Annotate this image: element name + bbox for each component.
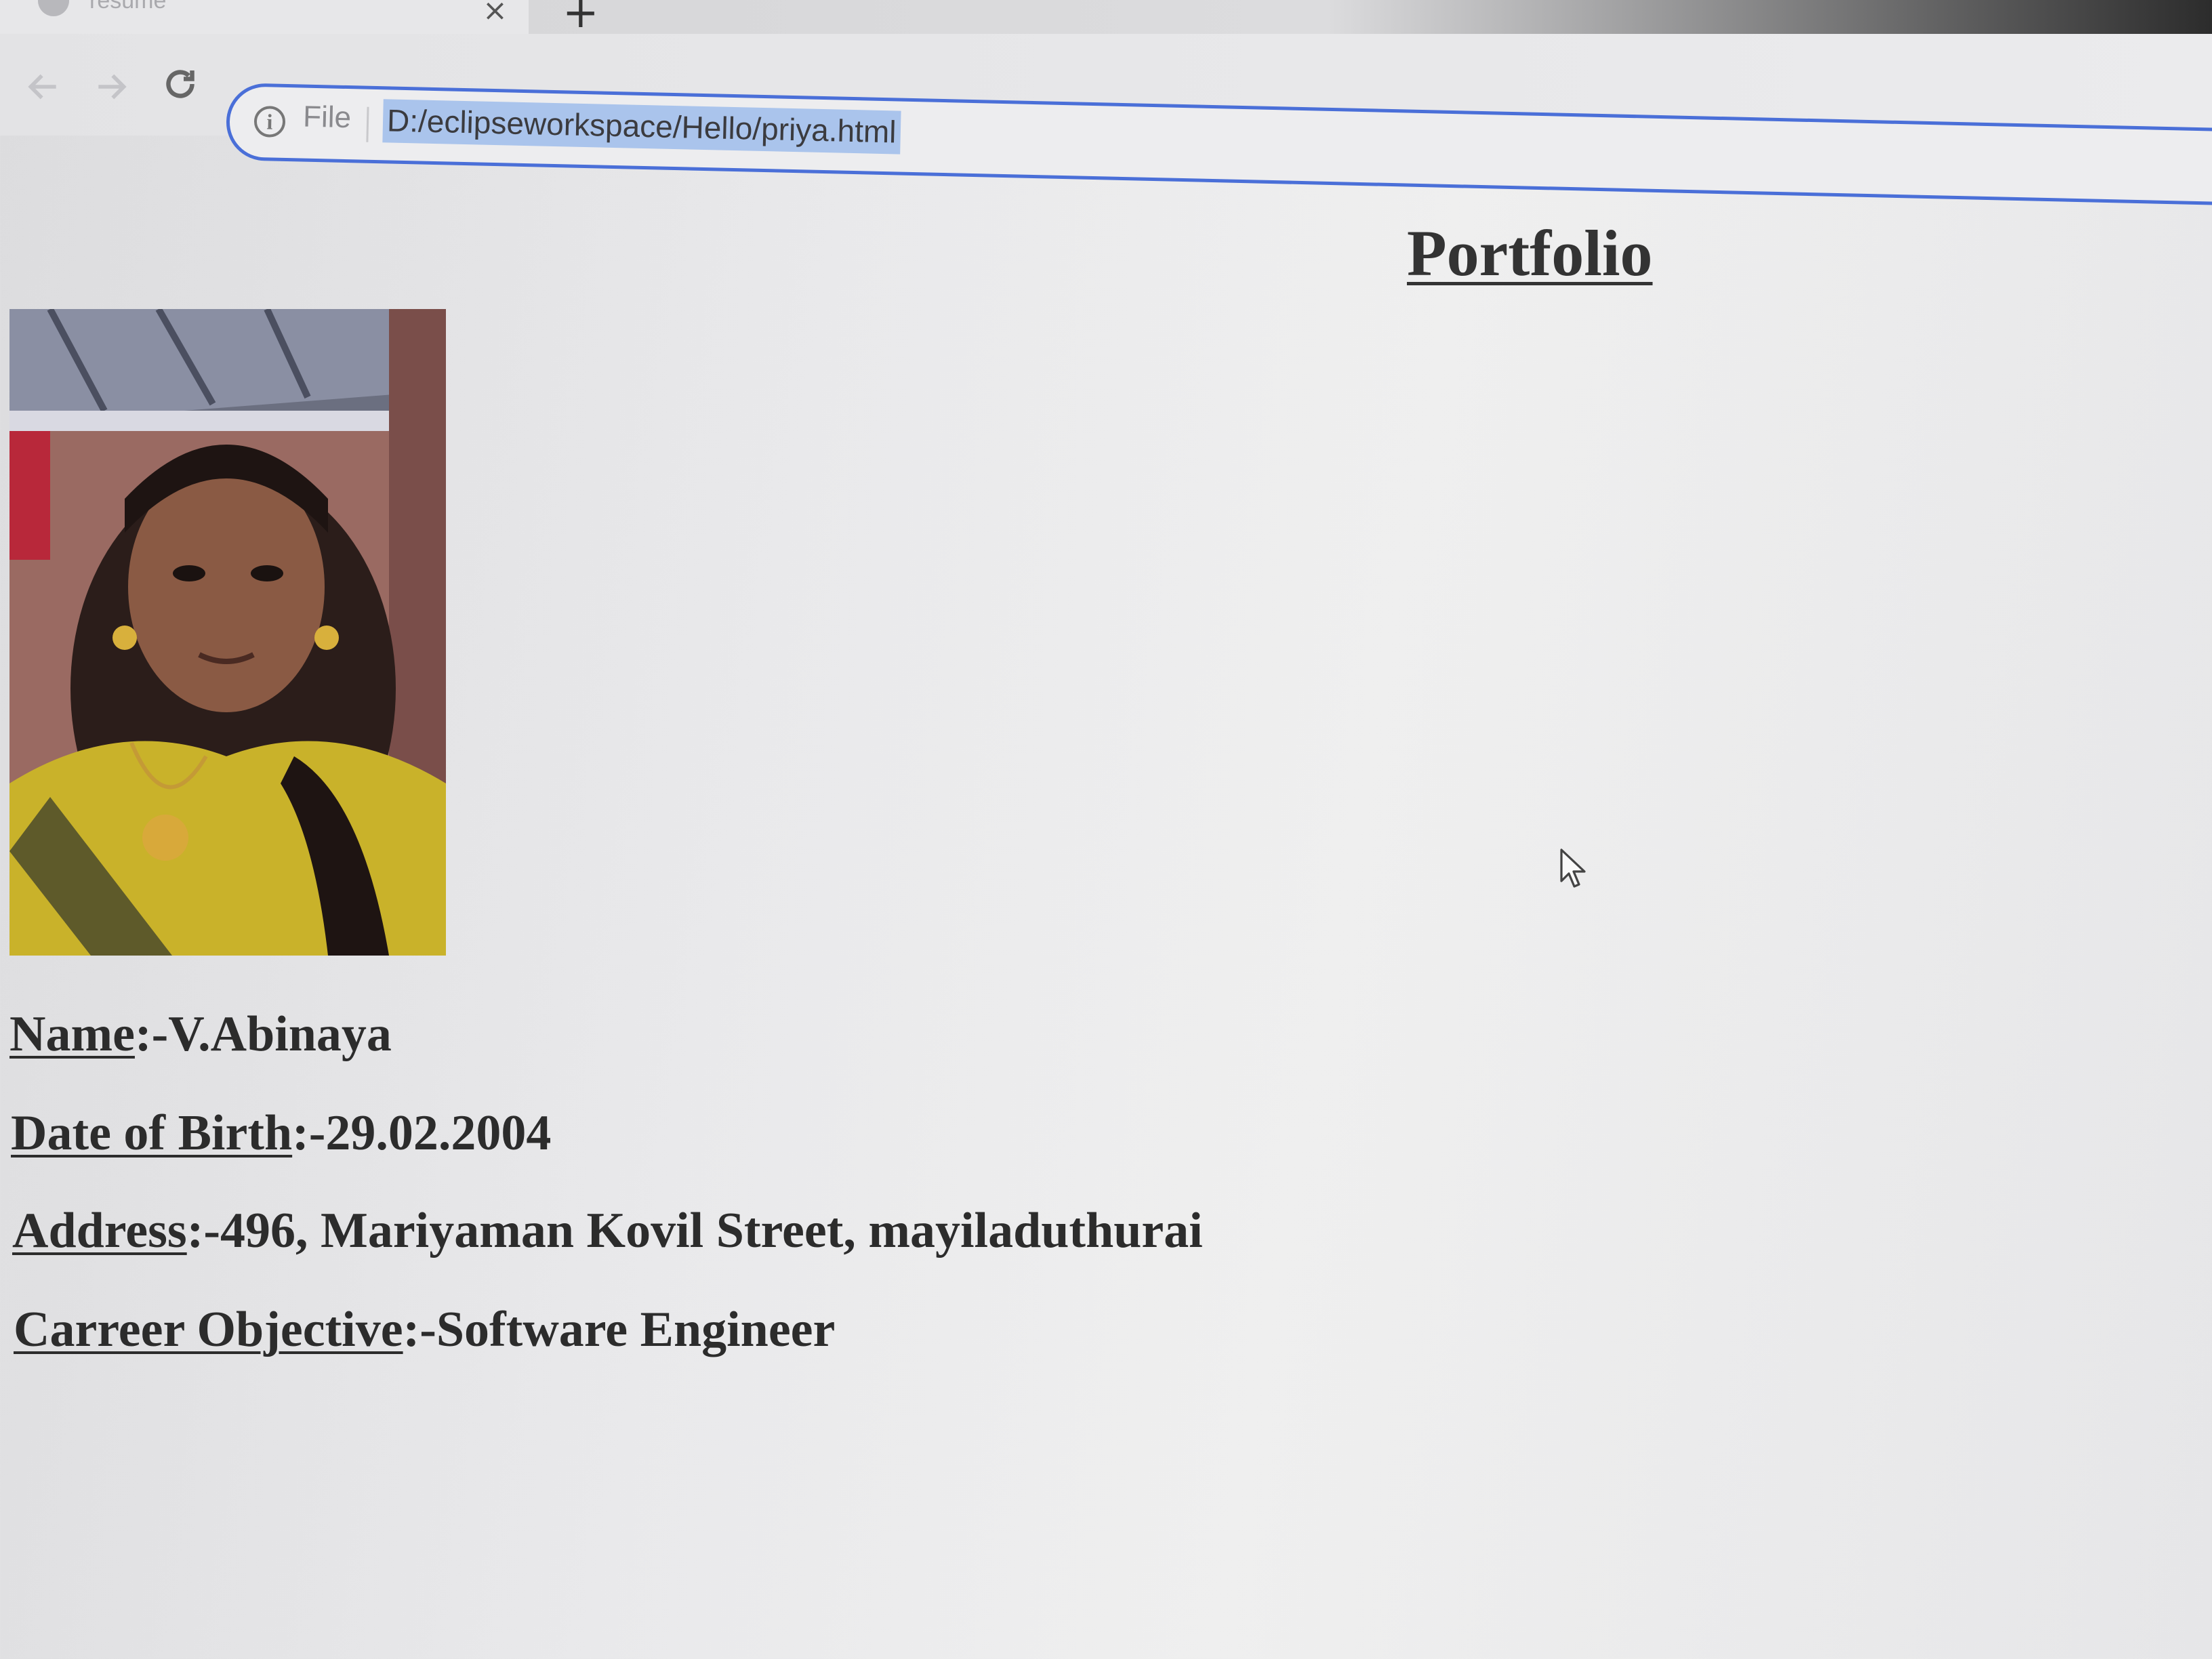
profile-photo-illustration	[9, 309, 446, 956]
address-bar[interactable]: i File D:/eclipseworkspace/Hello/priya.h…	[225, 83, 2212, 208]
scheme-label: File	[302, 100, 352, 135]
field-name-label: Name	[9, 1006, 135, 1062]
tab-close-button[interactable]: ×	[483, 0, 508, 28]
reload-button[interactable]	[160, 64, 201, 115]
back-button[interactable]	[24, 68, 62, 115]
tab-resume[interactable]: resume ×	[0, 0, 529, 34]
arrow-cursor-icon	[1560, 848, 1586, 888]
field-date-of-birth-label: Date of Birth	[11, 1105, 293, 1161]
field-date-of-birth-value: :-29.02.2004	[292, 1105, 552, 1161]
field-name-value: :-V.Abinaya	[134, 1006, 392, 1062]
field-address-value: :-496, Mariyaman Kovil Street, mayiladut…	[186, 1203, 1203, 1258]
field-career-objective-value: :-Software Engineer	[403, 1302, 836, 1357]
field-date-of-birth: Date of Birth:-29.02.2004	[11, 1105, 551, 1162]
page-title: Portfolio	[1407, 217, 1653, 289]
divider	[366, 106, 369, 142]
tab-title: resume	[89, 0, 167, 14]
browser-toolbar: i File D:/eclipseworkspace/Hello/priya.h…	[0, 34, 2212, 208]
new-tab-button[interactable]: +	[562, 0, 599, 38]
tab-favicon-icon	[38, 0, 69, 16]
field-address: Address:-496, Mariyaman Kovil Street, ma…	[12, 1202, 1203, 1260]
reload-icon	[166, 70, 194, 98]
info-icon[interactable]: i	[253, 105, 286, 138]
forward-arrow-icon	[98, 74, 127, 100]
url-text[interactable]: D:/eclipseworkspace/Hello/priya.html	[382, 99, 901, 155]
forward-button[interactable]	[92, 68, 130, 115]
tab-strip: resume × +	[0, 0, 2212, 38]
field-career-objective: Carreer Objective:-Software Engineer	[14, 1301, 835, 1359]
field-name: Name:-V.Abinaya	[9, 1006, 392, 1063]
back-arrow-icon	[28, 74, 56, 100]
field-career-objective-label: Carreer Objective	[14, 1302, 403, 1357]
field-address-label: Address	[12, 1203, 187, 1258]
profile-photo	[9, 309, 446, 956]
